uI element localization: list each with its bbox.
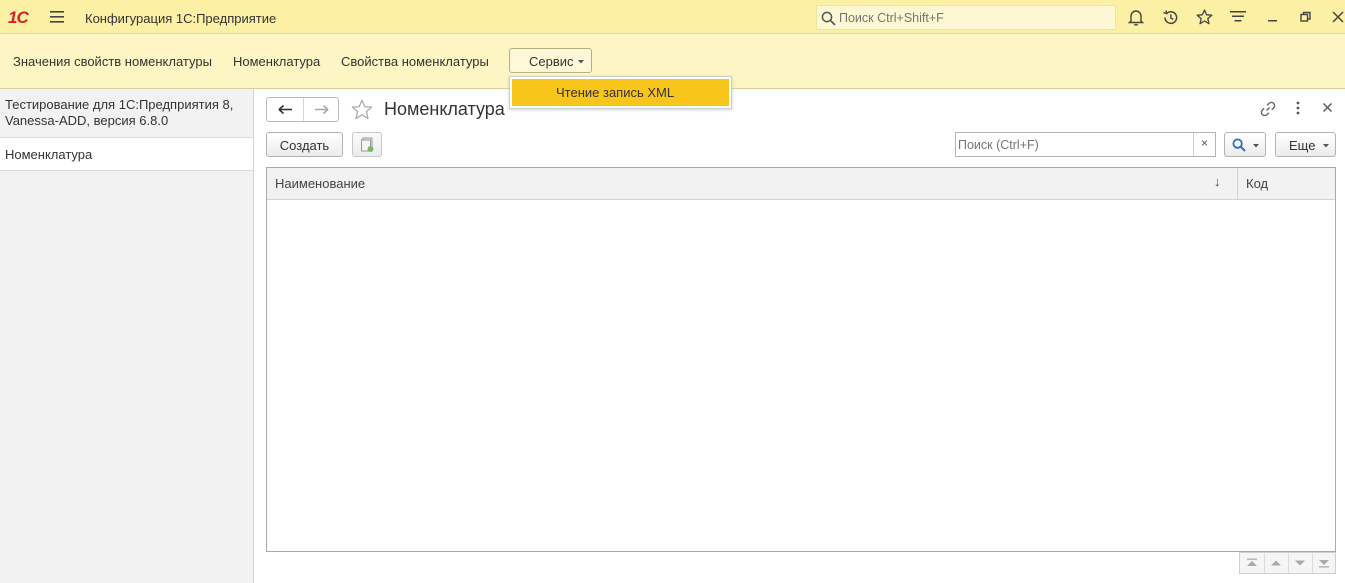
scroll-to-bottom-button[interactable] bbox=[1312, 553, 1336, 573]
history-icon[interactable] bbox=[1162, 9, 1179, 26]
settings-icon[interactable] bbox=[1230, 9, 1246, 23]
search-options-button[interactable] bbox=[1224, 132, 1266, 157]
minimize-icon[interactable] bbox=[1267, 11, 1279, 23]
form-search-input[interactable] bbox=[958, 136, 1190, 154]
title-bar: 1С Конфигурация 1С:Предприятие bbox=[0, 0, 1345, 34]
service-menu-label: Сервис bbox=[529, 54, 574, 69]
app-title: Конфигурация 1С:Предприятие bbox=[85, 11, 277, 26]
back-button[interactable] bbox=[267, 98, 303, 121]
link-icon[interactable] bbox=[1260, 101, 1276, 117]
column-divider bbox=[1237, 168, 1238, 199]
arrow-left-icon bbox=[278, 104, 292, 115]
1c-logo: 1С bbox=[8, 8, 29, 27]
left-panel: Тестирование для 1С:Предприятия 8, Vanes… bbox=[0, 89, 254, 583]
section-property-values[interactable]: Значения свойств номенклатуры bbox=[13, 54, 212, 69]
chevron-down-icon bbox=[1253, 144, 1259, 148]
double-down-icon bbox=[1319, 560, 1329, 568]
arrow-right-icon bbox=[315, 104, 329, 115]
section-nomenclature-properties[interactable]: Свойства номенклатуры bbox=[341, 54, 489, 69]
clear-search-button[interactable]: × bbox=[1193, 133, 1216, 156]
bell-icon[interactable] bbox=[1128, 9, 1144, 26]
global-search-input[interactable] bbox=[839, 9, 1109, 27]
chevron-down-icon bbox=[578, 60, 584, 64]
service-menu-button[interactable]: Сервис bbox=[509, 48, 592, 73]
form-title: Номенклатура bbox=[384, 99, 505, 119]
table-header: Наименование ↓ Код bbox=[267, 168, 1335, 200]
column-header-name[interactable]: Наименование bbox=[275, 176, 365, 191]
more-vertical-icon[interactable] bbox=[1294, 101, 1302, 115]
sort-down-icon: ↓ bbox=[1214, 174, 1221, 189]
chevron-down-icon bbox=[1323, 144, 1329, 148]
column-header-code[interactable]: Код bbox=[1246, 176, 1268, 191]
menu-item-label: Чтение запись XML bbox=[556, 85, 675, 100]
form-close-icon[interactable] bbox=[1322, 102, 1333, 113]
forward-button[interactable] bbox=[303, 98, 339, 121]
restore-icon[interactable] bbox=[1300, 11, 1312, 23]
table-scroll-buttons bbox=[1239, 552, 1336, 574]
left-item-label: Номенклатура bbox=[5, 147, 93, 162]
star-icon[interactable] bbox=[1196, 9, 1213, 25]
nav-buttons bbox=[266, 97, 339, 122]
search-icon bbox=[821, 11, 836, 26]
search-icon bbox=[1232, 138, 1246, 152]
global-search[interactable] bbox=[816, 5, 1116, 30]
create-button[interactable]: Создать bbox=[266, 132, 343, 157]
more-button[interactable]: Еще bbox=[1275, 132, 1336, 157]
down-icon bbox=[1295, 560, 1305, 566]
favorite-star-icon[interactable] bbox=[351, 99, 373, 120]
more-button-label: Еще bbox=[1289, 138, 1316, 153]
close-icon[interactable] bbox=[1332, 11, 1344, 23]
scroll-up-button[interactable] bbox=[1264, 553, 1289, 573]
up-icon bbox=[1271, 560, 1281, 566]
create-button-label: Создать bbox=[279, 138, 330, 153]
form-search-field[interactable]: × bbox=[955, 132, 1216, 157]
copy-document-icon bbox=[361, 137, 374, 152]
nomenclature-table[interactable]: Наименование ↓ Код bbox=[266, 167, 1336, 552]
menu-item-xml-read-write[interactable]: Чтение запись XML bbox=[512, 79, 729, 106]
section-nomenclature[interactable]: Номенклатура bbox=[233, 54, 320, 69]
config-info: Тестирование для 1С:Предприятия 8, Vanes… bbox=[5, 97, 234, 128]
service-dropdown: Чтение запись XML bbox=[509, 76, 732, 109]
left-item-nomenclature[interactable]: Номенклатура bbox=[0, 138, 253, 171]
clear-icon: × bbox=[1201, 136, 1209, 150]
menu-icon[interactable] bbox=[50, 11, 64, 23]
double-up-icon bbox=[1247, 558, 1257, 566]
scroll-to-top-button[interactable] bbox=[1240, 553, 1265, 573]
copy-button[interactable] bbox=[352, 132, 382, 157]
scroll-down-button[interactable] bbox=[1288, 553, 1313, 573]
